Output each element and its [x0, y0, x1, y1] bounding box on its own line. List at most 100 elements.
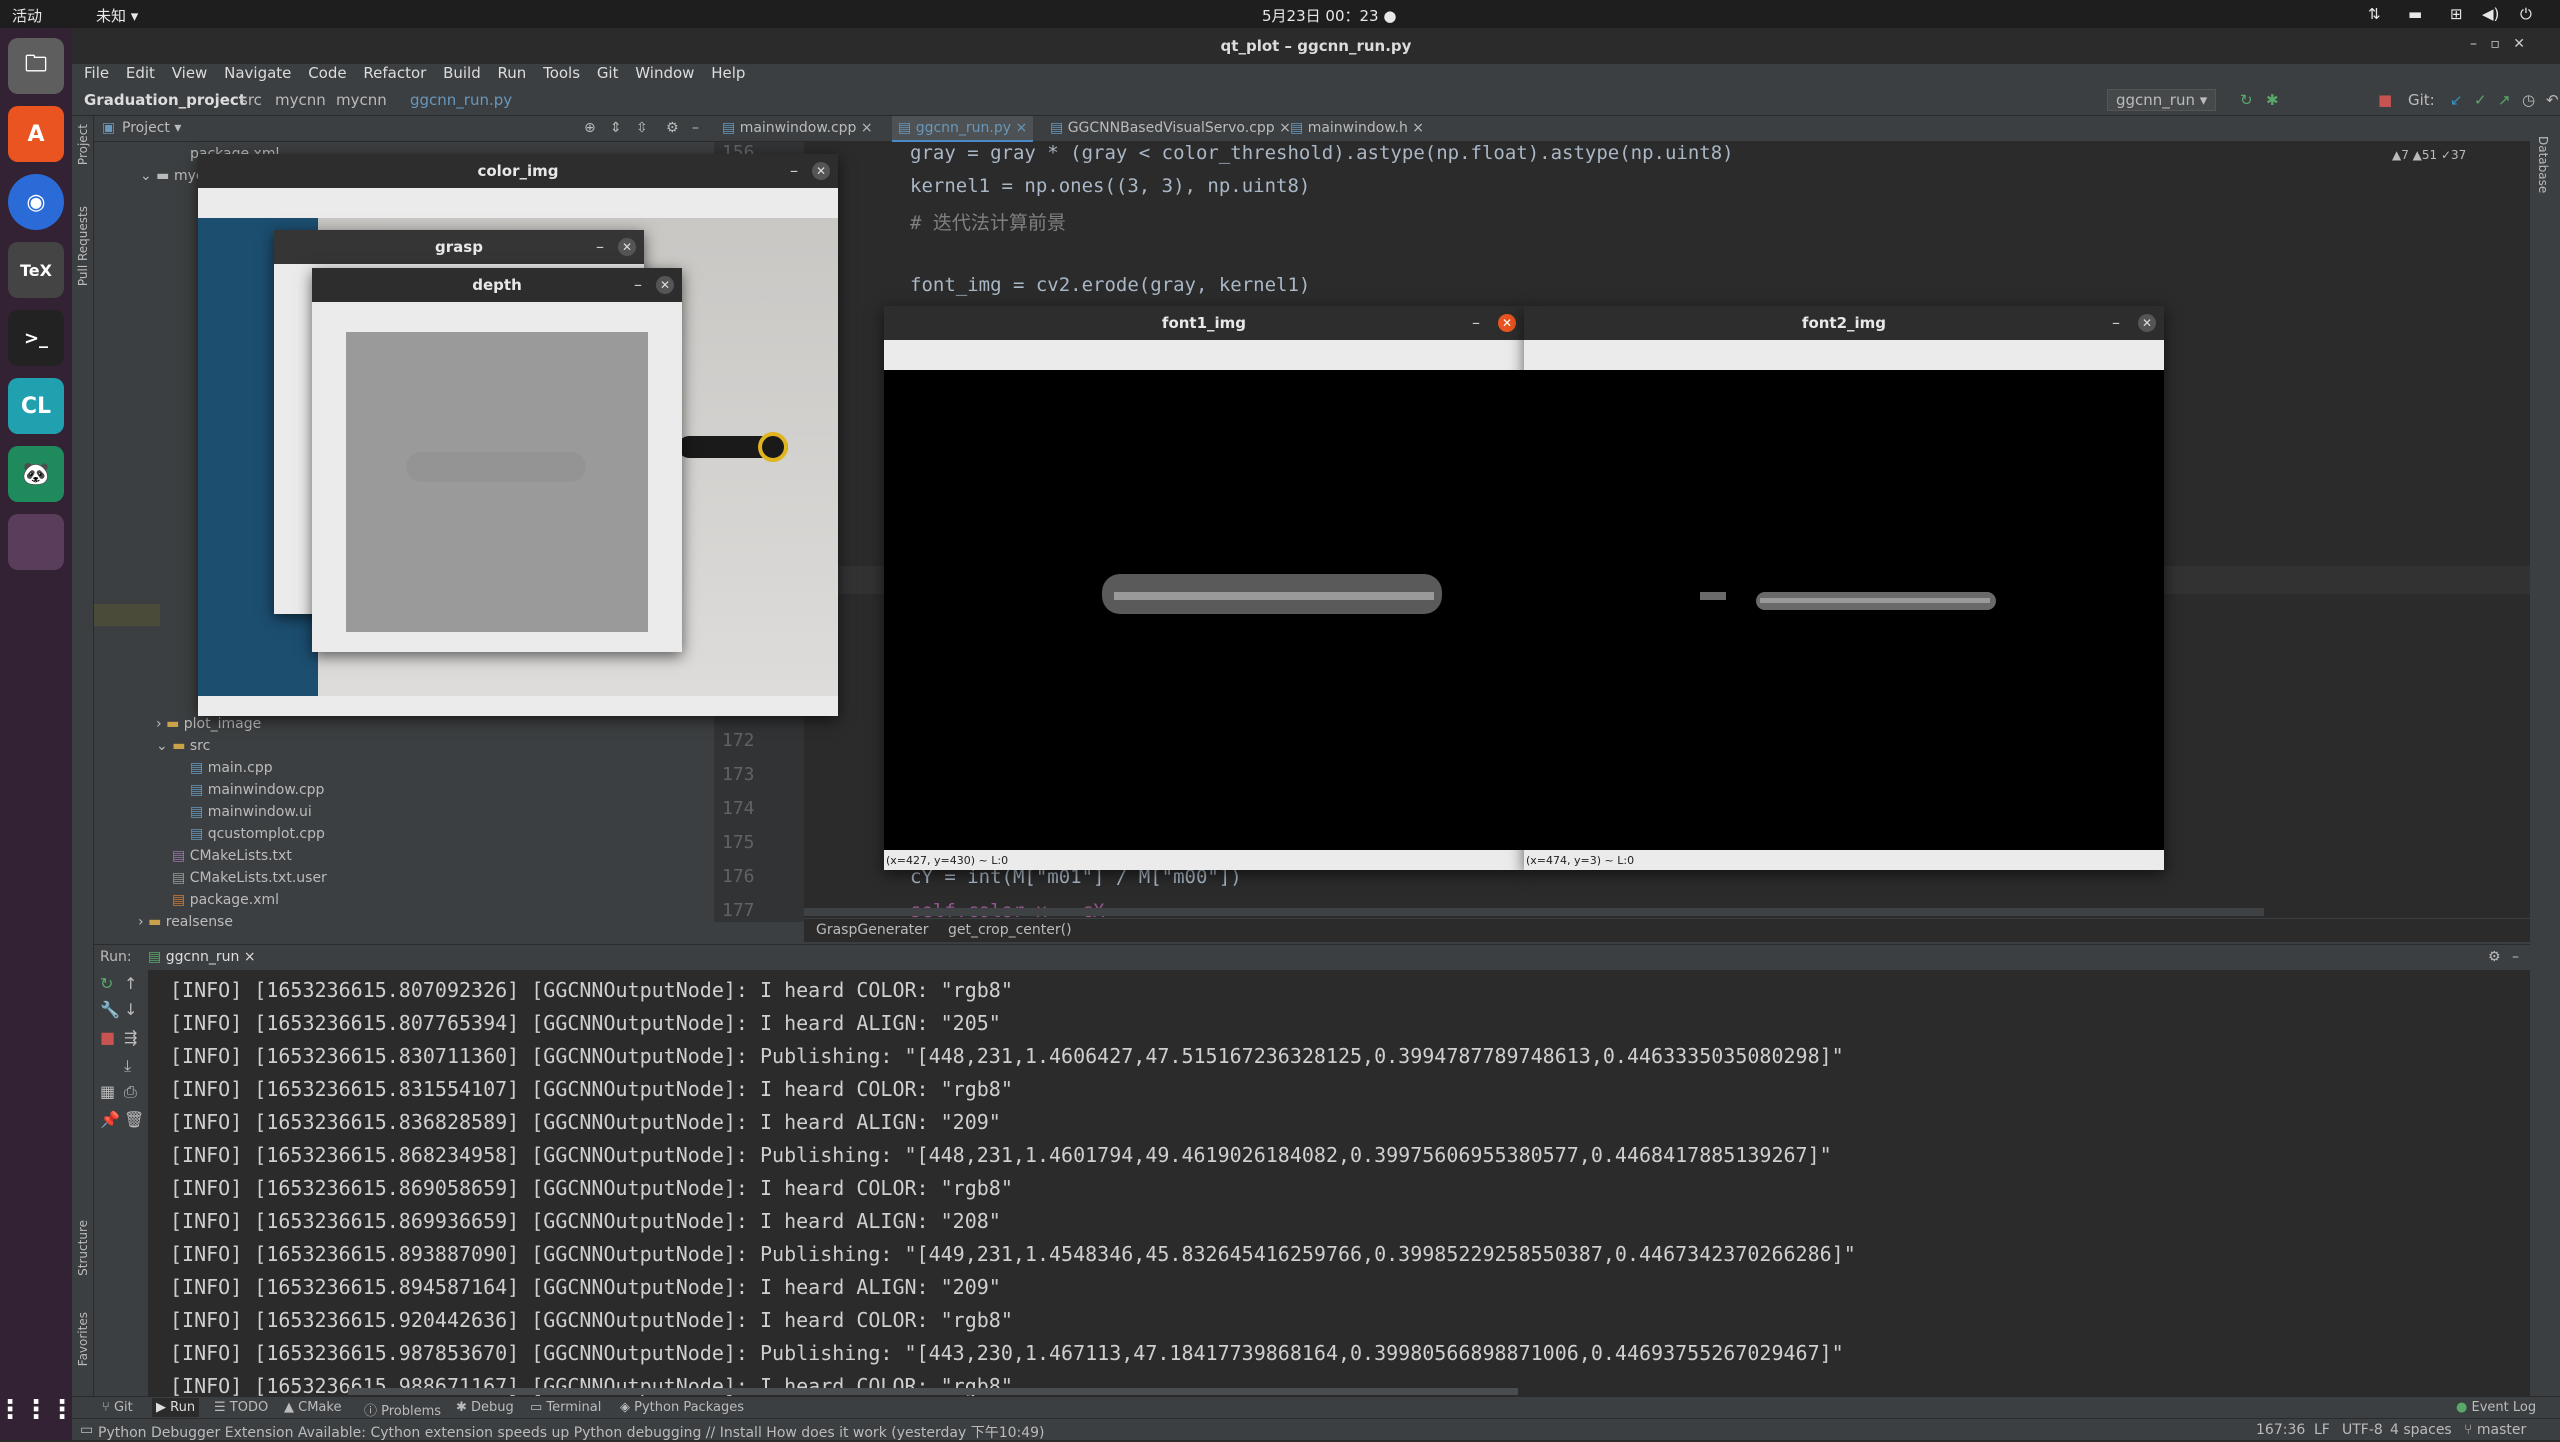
crumb-class[interactable]: GraspGenerater: [816, 922, 929, 938]
horizontal-scrollbar[interactable]: [804, 908, 2264, 916]
app-menu[interactable]: 未知 ▾: [96, 5, 138, 26]
history-icon[interactable]: ◷: [2522, 91, 2535, 109]
soft-wrap-icon[interactable]: ⇶: [124, 1028, 137, 1047]
crumb-function[interactable]: get_crop_center(): [948, 922, 1072, 938]
minimize-button[interactable]: –: [634, 268, 642, 302]
show-apps-icon[interactable]: ⋮⋮⋮: [0, 1382, 75, 1438]
event-log[interactable]: ● Event Log: [2456, 1400, 2536, 1415]
debug-icon[interactable]: ✱: [2266, 91, 2279, 109]
power-icon[interactable]: ⏻: [2520, 5, 2532, 23]
run-config-dropdown[interactable]: ggcnn_run ▾: [2107, 89, 2217, 111]
breadcrumb-mycnn-2[interactable]: mycnn: [336, 91, 387, 109]
inspection-widget[interactable]: ▲7 ▲51 ✓37: [2392, 148, 2466, 162]
menu-build[interactable]: Build: [443, 64, 481, 82]
stop-run-icon[interactable]: ■: [100, 1028, 115, 1047]
git-branch[interactable]: ⑂ master: [2464, 1422, 2526, 1438]
git-update-icon[interactable]: ↙: [2450, 91, 2463, 109]
minimize-button[interactable]: –: [2112, 306, 2120, 340]
print-icon[interactable]: ⎙: [124, 1082, 137, 1102]
breadcrumb-src[interactable]: src: [240, 91, 262, 109]
favorites-tool-tab[interactable]: Favorites: [76, 1312, 90, 1366]
caret-position[interactable]: 167:36: [2256, 1422, 2305, 1438]
tree-item-main-cpp[interactable]: ▤ main.cpp: [190, 760, 273, 776]
tree-item-mainwindow-cpp[interactable]: ▤ mainwindow.cpp: [190, 782, 324, 798]
run-settings-icon[interactable]: ⚙: [2488, 949, 2501, 965]
database-tool-tab[interactable]: Database: [2536, 136, 2550, 193]
files-icon[interactable]: 🗀: [8, 38, 64, 94]
console-scrollbar[interactable]: [348, 1388, 1518, 1395]
tree-item-cmakelists[interactable]: ▤ CMakeLists.txt: [172, 848, 292, 864]
texmaker-icon[interactable]: TeX: [8, 242, 64, 298]
breadcrumb-root[interactable]: Graduation_project: [84, 91, 246, 109]
tool-tab-debug[interactable]: ✱ Debug: [456, 1400, 514, 1415]
collapse-all-icon[interactable]: ⇳: [636, 120, 648, 136]
tab-ggcnn-visual-servo[interactable]: ▤ GGCNNBasedVisualServo.cpp ×: [1050, 120, 1291, 136]
tree-item-src[interactable]: ⌄ ▬ src: [156, 738, 210, 754]
close-button[interactable]: ✕: [656, 276, 674, 294]
run-hide-icon[interactable]: –: [2512, 949, 2519, 965]
tree-item-plot-image[interactable]: › ▬ plot_image: [156, 716, 261, 732]
keyboard-icon[interactable]: ▬: [2408, 5, 2422, 23]
tree-item-package-xml[interactable]: ▤ package.xml: [172, 892, 279, 908]
indent-setting[interactable]: 4 spaces: [2390, 1422, 2452, 1438]
panel-settings-icon[interactable]: ⚙: [666, 120, 679, 136]
tool-tab-run[interactable]: ▶ Run: [152, 1398, 200, 1417]
menu-tools[interactable]: Tools: [543, 64, 580, 82]
trash-icon[interactable]: 🗑: [124, 1110, 144, 1129]
tool-tab-terminal[interactable]: ▭ Terminal: [530, 1400, 601, 1415]
menu-navigate[interactable]: Navigate: [224, 64, 291, 82]
scroll-to-end-icon[interactable]: ⤓: [124, 1056, 131, 1076]
scroll-up-icon[interactable]: ↑: [124, 974, 137, 993]
tool-tab-cmake[interactable]: ▲ CMake: [284, 1400, 341, 1415]
git-push-icon[interactable]: ↗: [2498, 91, 2511, 109]
rollback-icon[interactable]: ↶: [2546, 91, 2559, 109]
pycharm-icon[interactable]: 🐼: [8, 446, 64, 502]
clion-icon[interactable]: CL: [8, 378, 64, 434]
code-line[interactable]: font_img = cv2.erode(gray, kernel1): [910, 274, 1310, 296]
tree-folder-toggle[interactable]: ⌄ ▬: [140, 168, 169, 184]
locate-icon[interactable]: ⊕: [584, 120, 596, 136]
close-button[interactable]: ✕: [812, 162, 830, 180]
tool-tab-python-packages[interactable]: ◈ Python Packages: [620, 1400, 744, 1415]
window-controls[interactable]: – ▫ ✕: [2470, 36, 2525, 52]
run-tab[interactable]: ▤ ggcnn_run ×: [148, 949, 256, 965]
activities-button[interactable]: 活动: [12, 5, 42, 26]
layout-icon[interactable]: ▦: [100, 1082, 115, 1101]
breadcrumb-mycnn[interactable]: mycnn: [275, 91, 326, 109]
close-button[interactable]: ✕: [618, 238, 636, 256]
chrome-icon[interactable]: ◉: [8, 174, 64, 230]
volume-icon[interactable]: ◀): [2482, 5, 2499, 23]
font1-img-window[interactable]: font1_img – ✕ (x=427, y=430) ~ L:0: [884, 306, 1524, 870]
font2-img-window[interactable]: font2_img – ✕ (x=474, y=3) ~ L:0: [1524, 306, 2164, 870]
file-encoding[interactable]: UTF-8: [2342, 1422, 2383, 1438]
tree-item-cmakelists-user[interactable]: ▤ CMakeLists.txt.user: [172, 870, 327, 886]
tab-mainwindow-h[interactable]: ▤ mainwindow.h ×: [1290, 120, 1424, 136]
minimize-button[interactable]: –: [790, 154, 798, 188]
tab-mainwindow-cpp[interactable]: ▤ mainwindow.cpp ×: [722, 120, 873, 136]
menu-file[interactable]: File: [84, 64, 109, 82]
tree-item-realsense[interactable]: › ▬ realsense: [138, 914, 233, 930]
project-dropdown[interactable]: Project ▾: [122, 120, 181, 136]
breadcrumb-file[interactable]: ggcnn_run.py: [410, 91, 512, 109]
wrench-icon[interactable]: 🔧: [100, 1000, 120, 1019]
active-app-icon[interactable]: [8, 514, 64, 570]
menu-refactor[interactable]: Refactor: [363, 64, 426, 82]
hide-panel-icon[interactable]: –: [692, 120, 699, 136]
pin-icon[interactable]: 📌: [100, 1110, 120, 1129]
close-button[interactable]: ✕: [2138, 314, 2156, 332]
project-tool-tab[interactable]: Project: [76, 124, 90, 165]
menu-help[interactable]: Help: [711, 64, 745, 82]
tree-item-qcustomplot[interactable]: ▤ qcustomplot.cpp: [190, 826, 325, 842]
minimize-button[interactable]: –: [596, 230, 604, 264]
status-message[interactable]: Python Debugger Extension Available: Cyt…: [98, 1422, 1045, 1442]
depth-window[interactable]: depth – ✕: [312, 268, 682, 652]
menu-window[interactable]: Window: [635, 64, 694, 82]
code-line[interactable]: kernel1 = np.ones((3, 3), np.uint8): [910, 175, 1310, 197]
rebuild-icon[interactable]: ↻: [2240, 91, 2253, 109]
stop-icon[interactable]: ■: [2378, 91, 2392, 109]
menu-code[interactable]: Code: [308, 64, 346, 82]
rerun-icon[interactable]: ↻: [100, 974, 113, 993]
menu-edit[interactable]: Edit: [126, 64, 155, 82]
clock[interactable]: 5月23日 00：23 ●: [1262, 5, 1396, 26]
pull-requests-tool-tab[interactable]: Pull Requests: [76, 206, 90, 286]
